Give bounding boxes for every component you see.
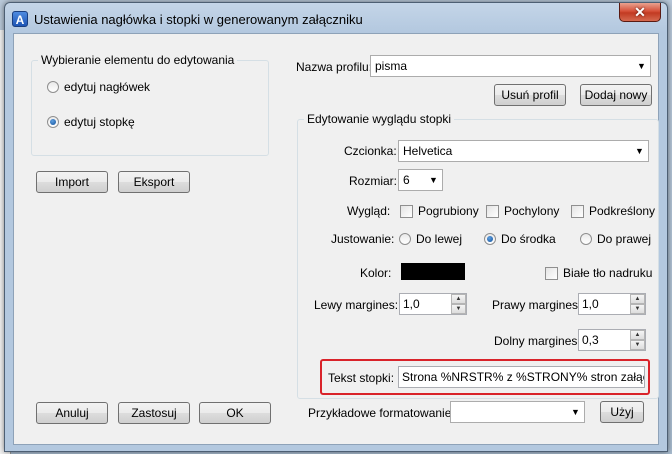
spin-down-icon[interactable]: ▼ (451, 304, 466, 314)
chevron-down-icon: ▼ (571, 407, 580, 417)
spin-down-icon[interactable]: ▼ (630, 340, 645, 350)
sample-format-label: Przykładowe formatowanie: (308, 406, 455, 420)
cancel-button[interactable]: Anuluj (36, 402, 108, 424)
export-button[interactable]: Eksport (118, 171, 190, 193)
underline-label[interactable]: Podkreślony (589, 204, 655, 218)
left-margin-spinner[interactable]: 1,0 ▲ ▼ (399, 293, 467, 315)
radio-edit-footer[interactable] (47, 116, 59, 128)
profile-name-select[interactable]: pisma ▼ (370, 55, 651, 77)
font-select[interactable]: Helvetica ▼ (398, 140, 649, 162)
align-label: Justowanie: (331, 232, 395, 246)
ok-button[interactable]: OK (199, 402, 271, 424)
spin-down-icon[interactable]: ▼ (630, 304, 645, 314)
radio-edit-header[interactable] (47, 81, 59, 93)
spin-up-icon[interactable]: ▲ (630, 294, 645, 304)
bold-checkbox[interactable] (400, 205, 413, 218)
profile-name-label: Nazwa profilu: (296, 60, 373, 74)
color-swatch[interactable] (401, 263, 465, 280)
size-select[interactable]: 6 ▼ (398, 169, 443, 191)
radio-edit-footer-label[interactable]: edytuj stopkę (64, 115, 135, 129)
footer-text-value: Strona %NRSTR% z %STRONY% stron załączni… (402, 370, 644, 384)
right-margin-value: 1,0 (582, 297, 599, 311)
use-button[interactable]: Użyj (600, 401, 644, 423)
underline-checkbox[interactable] (571, 205, 584, 218)
bottom-margin-label: Dolny margines: (494, 334, 581, 348)
dialog-window: A Ustawienia nagłówka i stopki w generow… (4, 2, 668, 452)
title-bar[interactable]: A Ustawienia nagłówka i stopki w generow… (5, 3, 667, 33)
radio-align-left[interactable] (399, 233, 411, 245)
color-label: Kolor: (360, 266, 392, 280)
radio-align-right[interactable] (580, 233, 592, 245)
footer-text-label: Tekst stopki: (328, 371, 395, 385)
italic-checkbox[interactable] (486, 205, 499, 218)
font-label: Czcionka: (344, 144, 397, 158)
element-selection-group: Wybieranie elementu do edytowania (31, 53, 269, 156)
spin-up-icon[interactable]: ▲ (630, 330, 645, 340)
bold-label[interactable]: Pogrubiony (418, 204, 479, 218)
radio-edit-header-label[interactable]: edytuj nagłówek (64, 80, 150, 94)
white-background-checkbox[interactable] (545, 267, 558, 280)
apply-button[interactable]: Zastosuj (118, 402, 190, 424)
footer-text-input[interactable]: Strona %NRSTR% z %STRONY% stron załączni… (398, 366, 645, 388)
footer-editing-title: Edytowanie wyglądu stopki (304, 112, 455, 126)
white-background-label[interactable]: Białe tło nadruku (563, 266, 652, 280)
left-margin-value: 1,0 (403, 297, 420, 311)
element-selection-title: Wybieranie elementu do edytowania (38, 53, 238, 67)
chevron-down-icon: ▼ (635, 146, 644, 156)
italic-label[interactable]: Pochylony (504, 204, 559, 218)
window-title: Ustawienia nagłówka i stopki w generowan… (34, 12, 363, 27)
align-left-label[interactable]: Do lewej (416, 232, 462, 246)
app-icon: A (12, 11, 28, 27)
chevron-down-icon: ▼ (637, 61, 646, 71)
style-label: Wygląd: (347, 204, 391, 218)
import-button[interactable]: Import (36, 171, 108, 193)
align-center-label[interactable]: Do środka (501, 232, 556, 246)
bottom-margin-spinner[interactable]: 0,3 ▲ ▼ (578, 329, 646, 351)
add-new-profile-button[interactable]: Dodaj nowy (580, 84, 652, 106)
left-margin-label: Lewy margines: (314, 298, 399, 312)
delete-profile-button[interactable]: Usuń profil (494, 84, 566, 106)
size-value: 6 (403, 173, 410, 187)
font-value: Helvetica (403, 144, 453, 158)
spin-up-icon[interactable]: ▲ (451, 294, 466, 304)
chevron-down-icon: ▼ (429, 175, 438, 185)
dialog-client-area: Wybieranie elementu do edytowania edytuj… (13, 33, 659, 445)
sample-format-select[interactable]: ▼ (450, 401, 585, 423)
radio-align-center[interactable] (484, 233, 496, 245)
close-icon: ✕ (634, 4, 646, 20)
bottom-margin-value: 0,3 (582, 333, 599, 347)
right-margin-label: Prawy margines: (492, 298, 582, 312)
right-margin-spinner[interactable]: 1,0 ▲ ▼ (578, 293, 646, 315)
size-label: Rozmiar: (349, 174, 398, 188)
close-button[interactable]: ✕ (619, 3, 661, 22)
align-right-label[interactable]: Do prawej (597, 232, 651, 246)
profile-name-value: pisma (375, 59, 408, 73)
